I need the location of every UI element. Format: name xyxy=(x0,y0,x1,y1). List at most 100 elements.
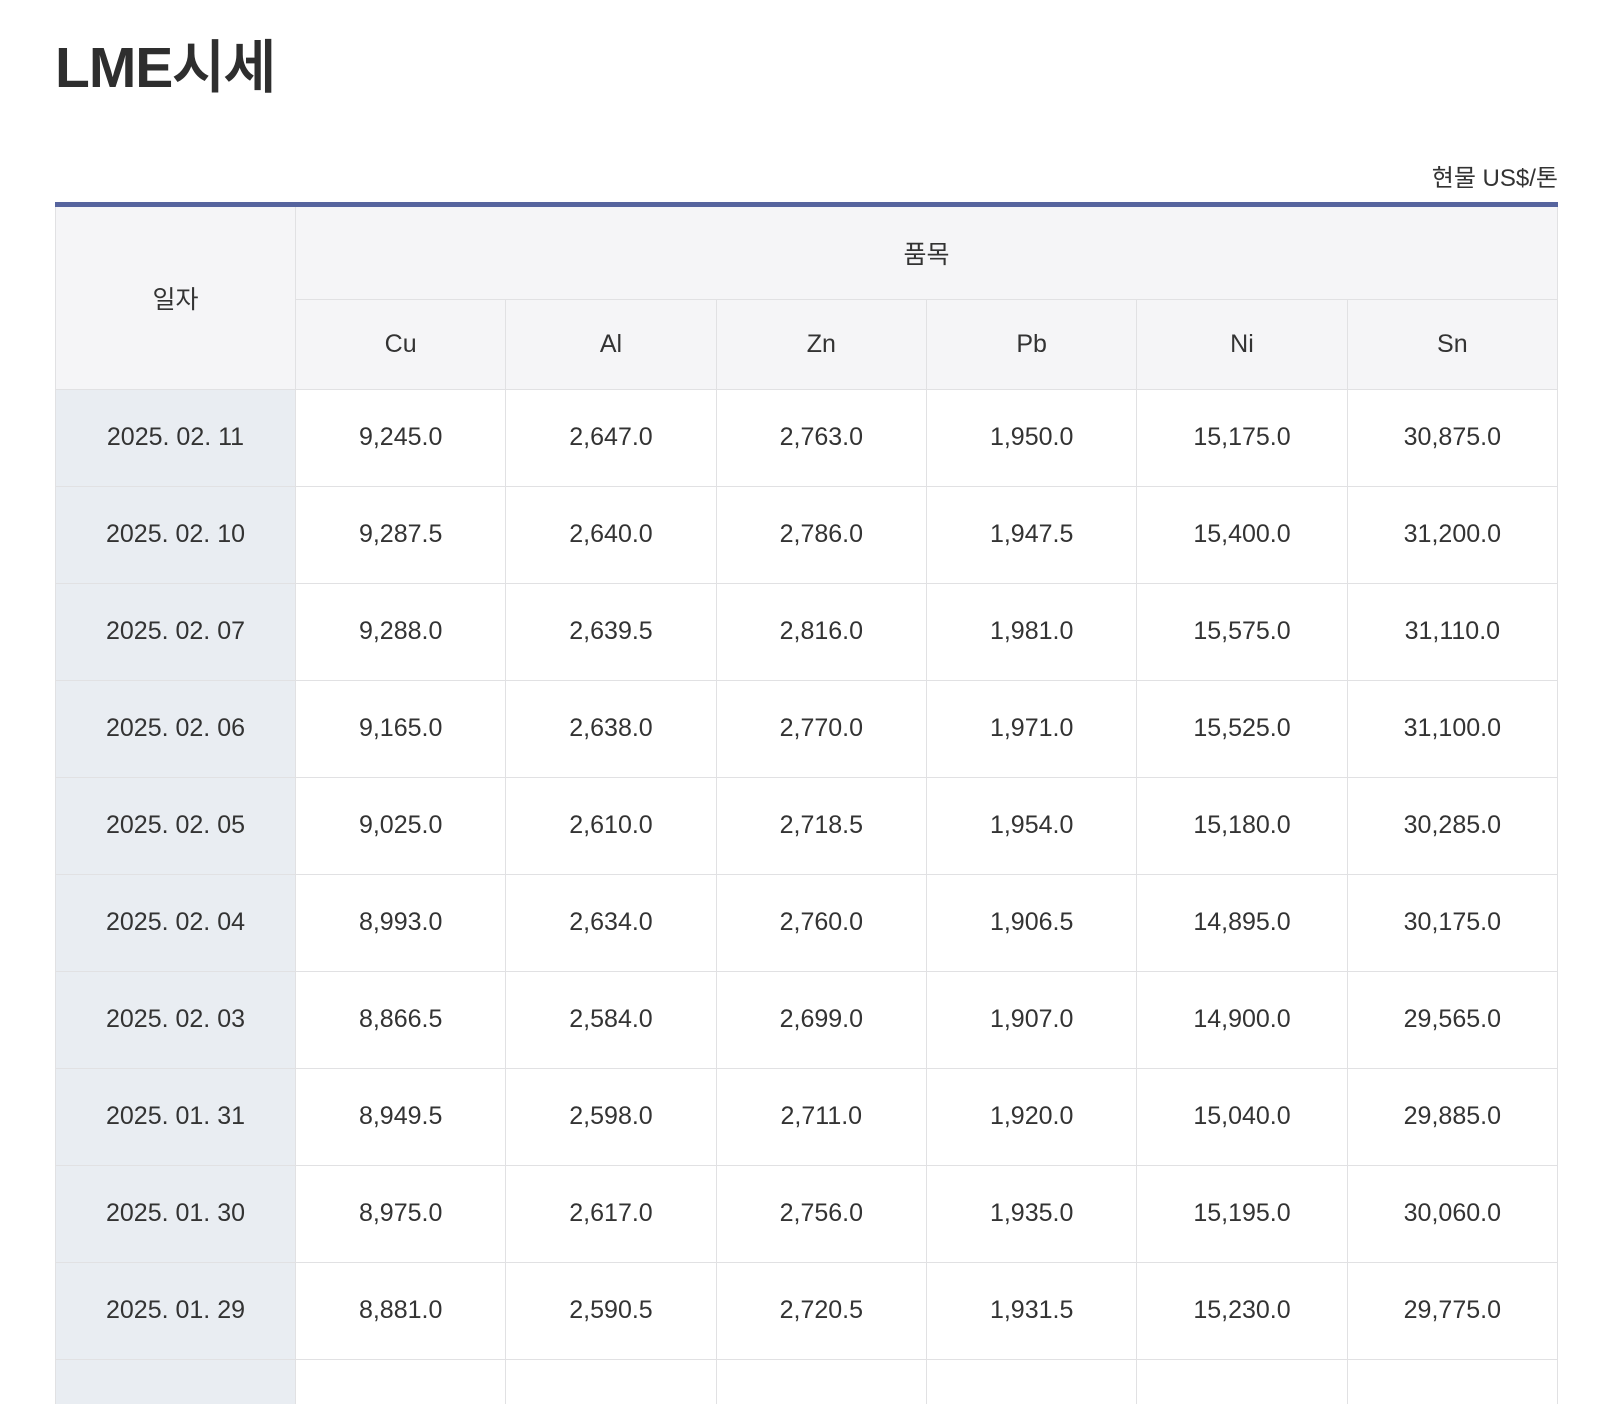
column-header-sn: Sn xyxy=(1346,298,1559,390)
value-cell-sn: 30,285.0 xyxy=(1346,776,1559,875)
date-cell: 2025. 02. 07 xyxy=(55,582,296,681)
value-cell-cu: 9,288.0 xyxy=(294,582,507,681)
value-cell xyxy=(1346,1358,1559,1404)
date-cell: 2025. 02. 04 xyxy=(55,873,296,972)
value-cell-cu: 9,287.5 xyxy=(294,485,507,584)
date-cell: 2025. 02. 11 xyxy=(55,388,296,487)
value-cell-cu: 9,165.0 xyxy=(294,679,507,778)
table-header: 일자 품목 Cu Al Zn Pb Ni Sn xyxy=(55,203,1559,390)
value-cell-sn: 30,175.0 xyxy=(1346,873,1559,972)
value-cell-al: 2,634.0 xyxy=(505,873,717,972)
table-row: 2025. 02. 06 9,165.0 2,638.0 2,770.0 1,971.0… xyxy=(55,679,1559,778)
value-cell-pb: 1,931.5 xyxy=(925,1261,1138,1360)
column-header-cu: Cu xyxy=(294,298,507,390)
value-cell-al: 2,640.0 xyxy=(505,485,717,584)
column-header-pb: Pb xyxy=(925,298,1138,390)
value-cell-al: 2,584.0 xyxy=(505,970,717,1069)
value-cell-sn: 30,060.0 xyxy=(1346,1164,1559,1263)
table-row: 2025. 01. 29 8,881.0 2,590.5 2,720.5 1,931.5… xyxy=(55,1261,1559,1360)
value-cell xyxy=(505,1358,717,1404)
value-cell-cu: 8,866.5 xyxy=(294,970,507,1069)
date-cell: 2025. 01. 30 xyxy=(55,1164,296,1263)
table-row: 2025. 02. 11 9,245.0 2,647.0 2,763.0 1,950.0… xyxy=(55,388,1559,487)
date-cell xyxy=(55,1358,296,1404)
value-cell-pb: 1,920.0 xyxy=(925,1067,1138,1166)
value-cell-ni: 15,175.0 xyxy=(1136,388,1348,487)
value-cell-zn: 2,711.0 xyxy=(715,1067,927,1166)
value-cell-al: 2,598.0 xyxy=(505,1067,717,1166)
value-cell-pb: 1,954.0 xyxy=(925,776,1138,875)
value-cell-ni: 15,180.0 xyxy=(1136,776,1348,875)
value-cell xyxy=(925,1358,1138,1404)
table-row: 2025. 02. 04 8,993.0 2,634.0 2,760.0 1,906.5… xyxy=(55,873,1559,972)
value-cell-zn: 2,699.0 xyxy=(715,970,927,1069)
table-row: 2025. 01. 31 8,949.5 2,598.0 2,711.0 1,920.0… xyxy=(55,1067,1559,1166)
value-cell xyxy=(1136,1358,1348,1404)
value-cell-zn: 2,770.0 xyxy=(715,679,927,778)
lme-price-page: LME시세 현물 US$/톤 일자 품목 Cu Al Zn Pb Ni Sn 2025. … xyxy=(0,0,1615,1404)
value-cell-ni: 15,230.0 xyxy=(1136,1261,1348,1360)
table-row: 2025. 01. 30 8,975.0 2,617.0 2,756.0 1,935.0… xyxy=(55,1164,1559,1263)
value-cell-cu: 9,245.0 xyxy=(294,388,507,487)
value-cell-al: 2,647.0 xyxy=(505,388,717,487)
value-cell-al: 2,638.0 xyxy=(505,679,717,778)
date-cell: 2025. 02. 06 xyxy=(55,679,296,778)
value-cell-sn: 29,885.0 xyxy=(1346,1067,1559,1166)
page-title: LME시세 xyxy=(55,36,276,100)
value-cell-pb: 1,907.0 xyxy=(925,970,1138,1069)
value-cell-al: 2,639.5 xyxy=(505,582,717,681)
date-cell: 2025. 01. 29 xyxy=(55,1261,296,1360)
value-cell-pb: 1,950.0 xyxy=(925,388,1138,487)
table-row: 2025. 02. 05 9,025.0 2,610.0 2,718.5 1,954.0… xyxy=(55,776,1559,875)
date-cell: 2025. 02. 03 xyxy=(55,970,296,1069)
unit-label: 현물 US$/톤 xyxy=(1431,164,1558,192)
value-cell-pb: 1,981.0 xyxy=(925,582,1138,681)
column-header-al: Al xyxy=(505,298,717,390)
value-cell-al: 2,617.0 xyxy=(505,1164,717,1263)
value-cell-sn: 30,875.0 xyxy=(1346,388,1559,487)
value-cell-pb: 1,947.5 xyxy=(925,485,1138,584)
date-column-header: 일자 xyxy=(55,203,296,390)
value-cell-sn: 29,775.0 xyxy=(1346,1261,1559,1360)
value-cell-al: 2,590.5 xyxy=(505,1261,717,1360)
date-cell: 2025. 02. 05 xyxy=(55,776,296,875)
column-header-zn: Zn xyxy=(715,298,927,390)
item-group-header: 품목 xyxy=(295,203,1558,300)
value-cell-cu: 8,881.0 xyxy=(294,1261,507,1360)
table-row: 2025. 02. 07 9,288.0 2,639.5 2,816.0 1,981.0… xyxy=(55,582,1559,681)
value-cell-zn: 2,720.5 xyxy=(715,1261,927,1360)
value-cell-zn: 2,718.5 xyxy=(715,776,927,875)
header-group-row: 일자 품목 xyxy=(55,203,1558,390)
value-cell-cu: 8,949.5 xyxy=(294,1067,507,1166)
table-row: 2025. 02. 10 9,287.5 2,640.0 2,786.0 1,947.5… xyxy=(55,485,1559,584)
table-row-partial xyxy=(55,1358,1559,1404)
value-cell-zn: 2,763.0 xyxy=(715,388,927,487)
value-cell-sn: 31,100.0 xyxy=(1346,679,1559,778)
value-cell-sn: 29,565.0 xyxy=(1346,970,1559,1069)
column-header-ni: Ni xyxy=(1136,298,1348,390)
value-cell-pb: 1,906.5 xyxy=(925,873,1138,972)
value-cell-al: 2,610.0 xyxy=(505,776,717,875)
table-row: 2025. 02. 03 8,866.5 2,584.0 2,699.0 1,907.0… xyxy=(55,970,1559,1069)
lme-price-table: 일자 품목 Cu Al Zn Pb Ni Sn 2025. 02. 11 9,245.0 2,… xyxy=(55,201,1559,1404)
value-cell-zn: 2,816.0 xyxy=(715,582,927,681)
value-cell-ni: 14,895.0 xyxy=(1136,873,1348,972)
value-cell-cu: 8,975.0 xyxy=(294,1164,507,1263)
value-cell-pb: 1,935.0 xyxy=(925,1164,1138,1263)
value-cell xyxy=(715,1358,927,1404)
value-cell xyxy=(294,1358,507,1404)
value-cell-sn: 31,110.0 xyxy=(1346,582,1559,681)
value-cell-zn: 2,760.0 xyxy=(715,873,927,972)
date-cell: 2025. 01. 31 xyxy=(55,1067,296,1166)
value-cell-sn: 31,200.0 xyxy=(1346,485,1559,584)
value-cell-ni: 14,900.0 xyxy=(1136,970,1348,1069)
value-cell-cu: 9,025.0 xyxy=(294,776,507,875)
value-cell-pb: 1,971.0 xyxy=(925,679,1138,778)
value-cell-ni: 15,525.0 xyxy=(1136,679,1348,778)
value-cell-ni: 15,575.0 xyxy=(1136,582,1348,681)
date-cell: 2025. 02. 10 xyxy=(55,485,296,584)
table-body: 2025. 02. 11 9,245.0 2,647.0 2,763.0 1,950.0… xyxy=(55,388,1559,1404)
value-cell-ni: 15,400.0 xyxy=(1136,485,1348,584)
value-cell-ni: 15,195.0 xyxy=(1136,1164,1348,1263)
value-cell-ni: 15,040.0 xyxy=(1136,1067,1348,1166)
